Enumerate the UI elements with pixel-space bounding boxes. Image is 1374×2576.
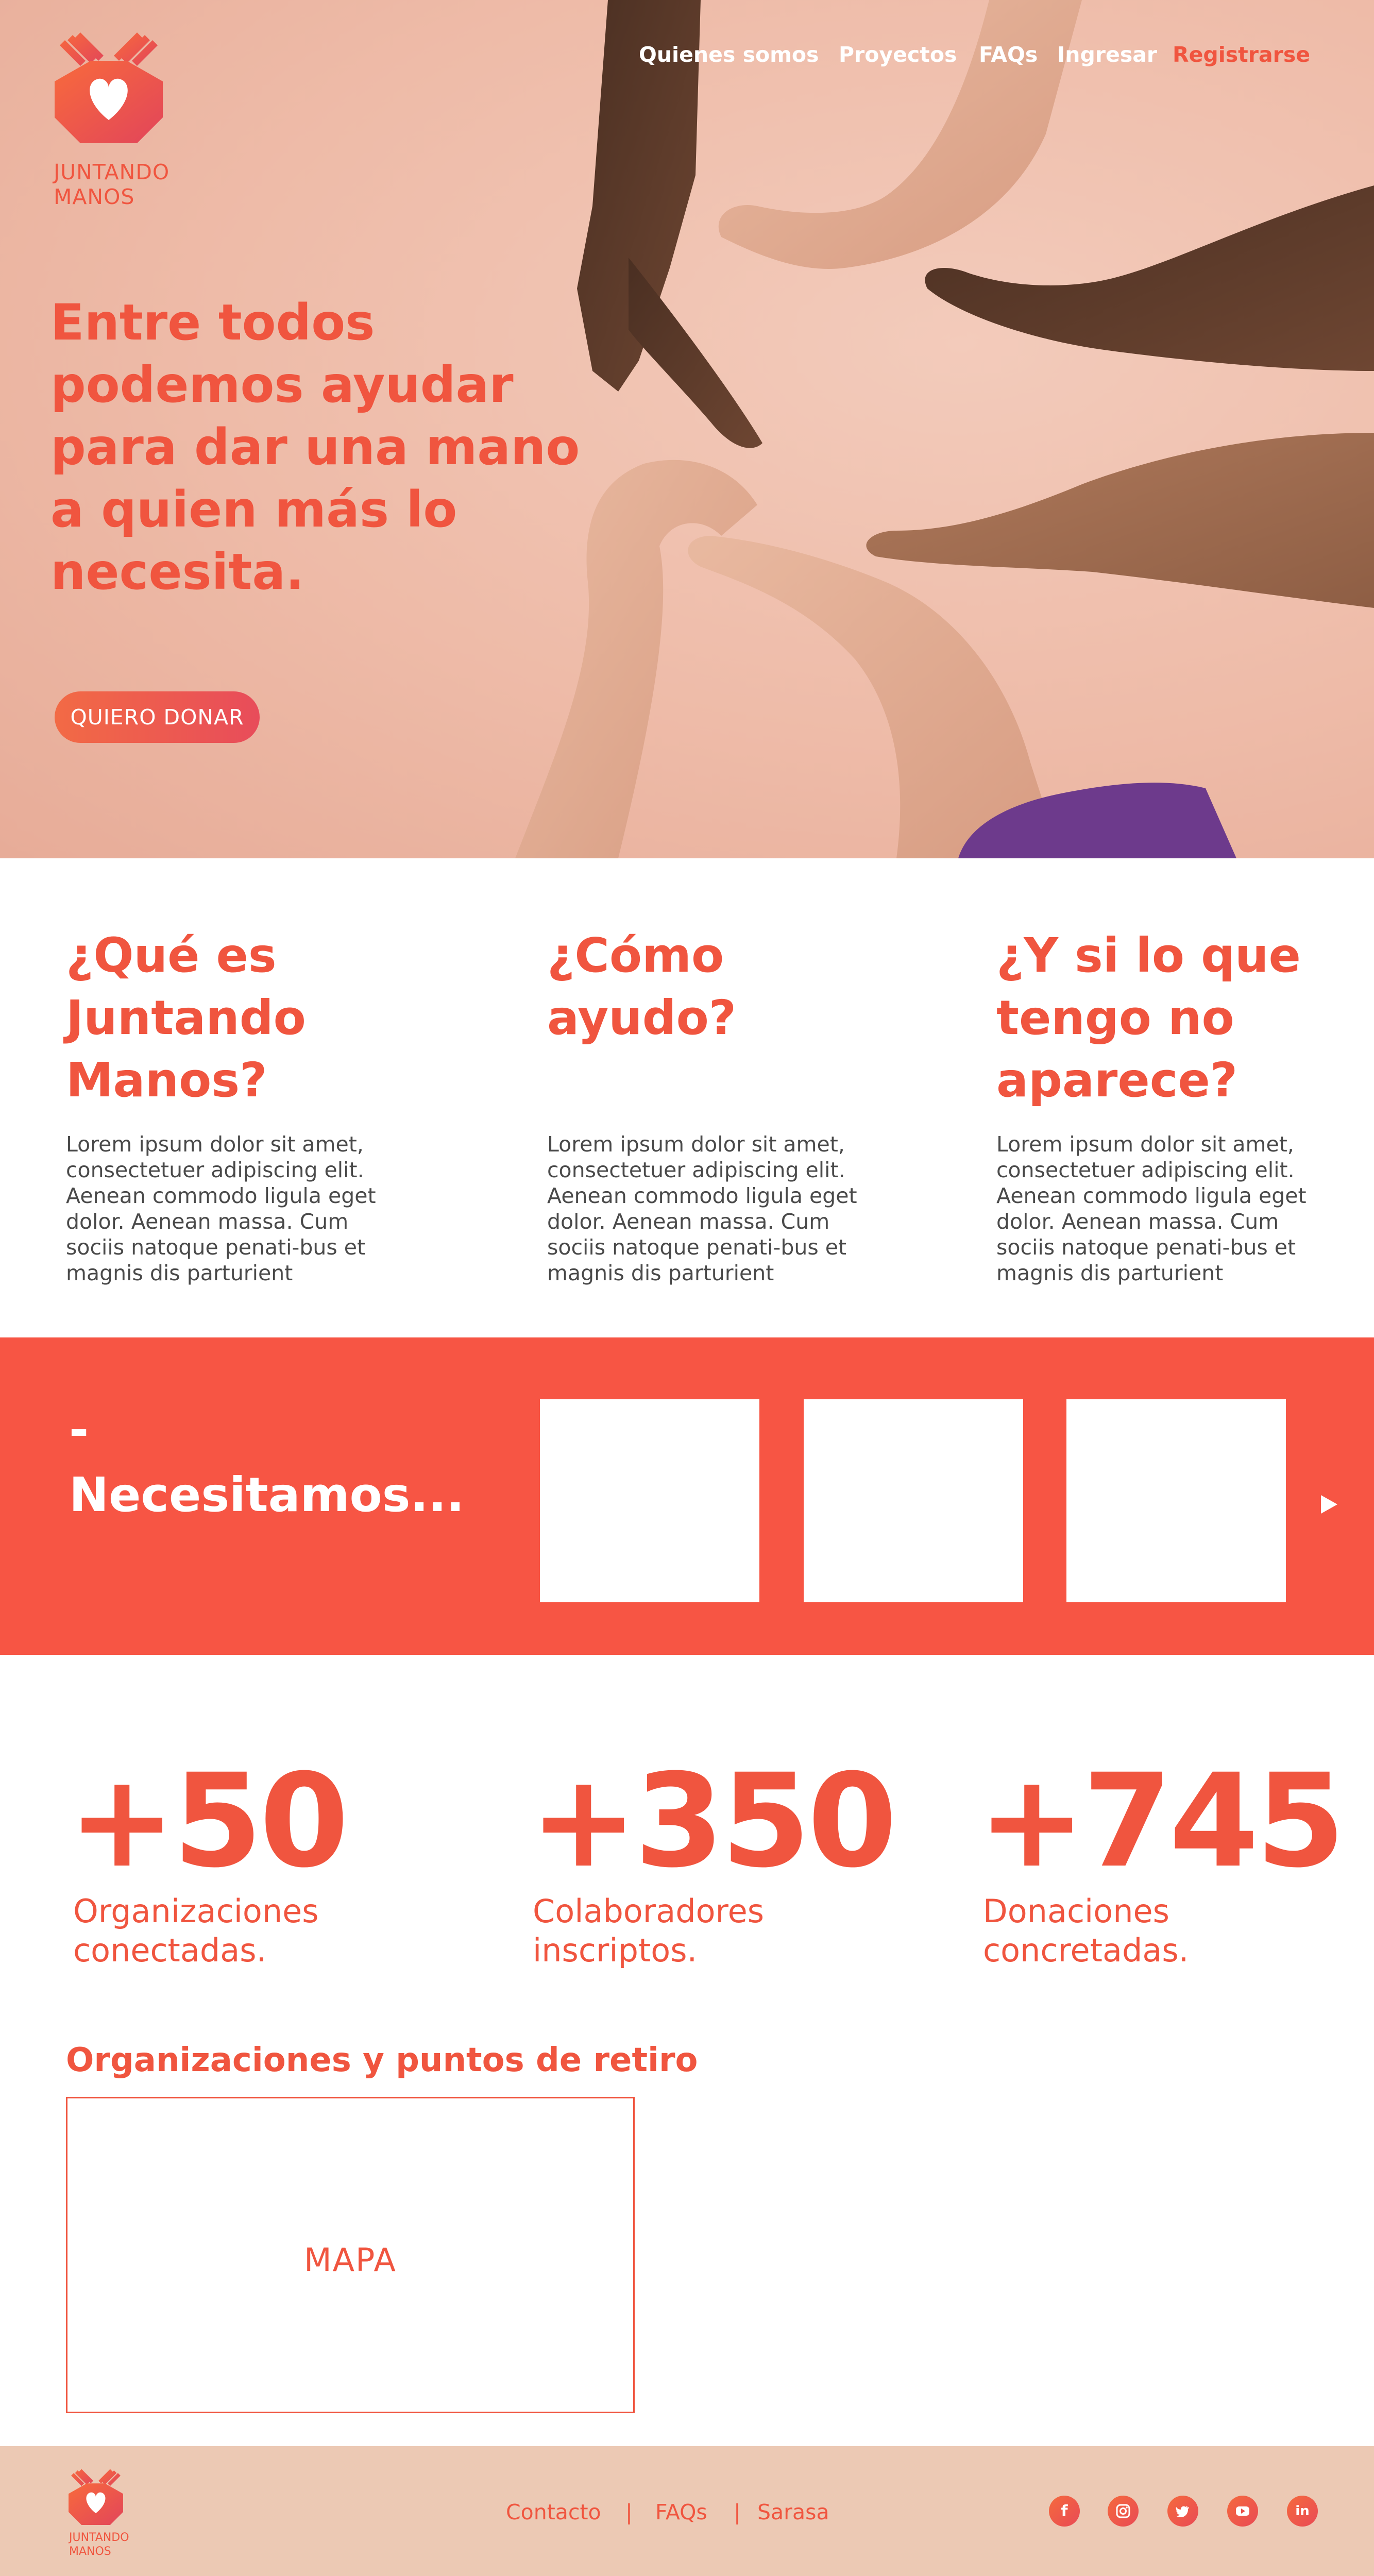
brand-logo-icon[interactable] xyxy=(49,30,168,148)
hero-title: Entre todos podemos ayudar para dar una … xyxy=(50,294,580,601)
info-title-missing: ¿Y si lo que tengo no aparece? xyxy=(996,928,1301,1108)
nav-ingresar[interactable]: Ingresar xyxy=(1057,42,1157,67)
youtube-icon[interactable] xyxy=(1227,2496,1258,2527)
nav-proyectos[interactable]: Proyectos xyxy=(839,42,957,67)
stat-label-collaborators: Colaboradores inscriptos. xyxy=(533,1892,765,1969)
stat-number-collaborators: +350 xyxy=(530,1746,897,1896)
facebook-icon[interactable]: f xyxy=(1049,2496,1080,2527)
footer-logo-icon[interactable] xyxy=(66,2468,126,2528)
stat-number-donations: +745 xyxy=(978,1746,1345,1896)
info-body-how: Lorem ipsum dolor sit amet, consectetuer… xyxy=(547,1132,857,1285)
map-section-title: Organizaciones y puntos de retiro xyxy=(66,2041,698,2079)
stat-label-donations: Donaciones concretadas. xyxy=(983,1892,1189,1969)
nav-registrarse[interactable]: Registrarse xyxy=(1173,42,1310,67)
play-arrow-icon[interactable] xyxy=(1320,1494,1338,1515)
stat-number-organizations: +50 xyxy=(68,1746,349,1896)
map-placeholder-label: MAPA xyxy=(304,2241,397,2279)
info-title-what: ¿Qué es Juntando Manos? xyxy=(66,928,306,1108)
hero-section: JUNTANDO MANOS Quienes somos Proyectos F… xyxy=(0,0,1374,858)
info-body-what: Lorem ipsum dolor sit amet, consectetuer… xyxy=(66,1132,376,1285)
footer-link-faqs[interactable]: FAQs xyxy=(655,2500,707,2524)
donate-button[interactable]: QUIERO DONAR xyxy=(55,691,260,743)
brand-logo-text: JUNTANDO MANOS xyxy=(54,160,170,209)
stat-label-organizations: Organizaciones conectadas. xyxy=(73,1892,319,1969)
info-body-missing: Lorem ipsum dolor sit amet, consectetuer… xyxy=(996,1132,1307,1285)
need-card[interactable] xyxy=(804,1399,1023,1602)
footer-logo-text: JUNTANDO MANOS xyxy=(69,2531,129,2558)
footer-separator: | xyxy=(625,2500,633,2524)
footer-link-contacto[interactable]: Contacto xyxy=(506,2500,601,2524)
footer-link-sarasa[interactable]: Sarasa xyxy=(757,2500,829,2524)
linkedin-icon[interactable]: in xyxy=(1287,2496,1318,2527)
nav-quienes-somos[interactable]: Quienes somos xyxy=(639,42,819,67)
info-title-how: ¿Cómo ayudo? xyxy=(547,928,737,1045)
needs-dash: - xyxy=(69,1402,89,1458)
instagram-icon[interactable] xyxy=(1108,2496,1139,2527)
footer-separator: | xyxy=(734,2500,741,2524)
twitter-icon[interactable] xyxy=(1167,2496,1198,2527)
nav-faqs[interactable]: FAQs xyxy=(979,42,1038,67)
need-card[interactable] xyxy=(540,1399,759,1602)
needs-title: Necesitamos... xyxy=(69,1467,465,1522)
need-card[interactable] xyxy=(1066,1399,1286,1602)
